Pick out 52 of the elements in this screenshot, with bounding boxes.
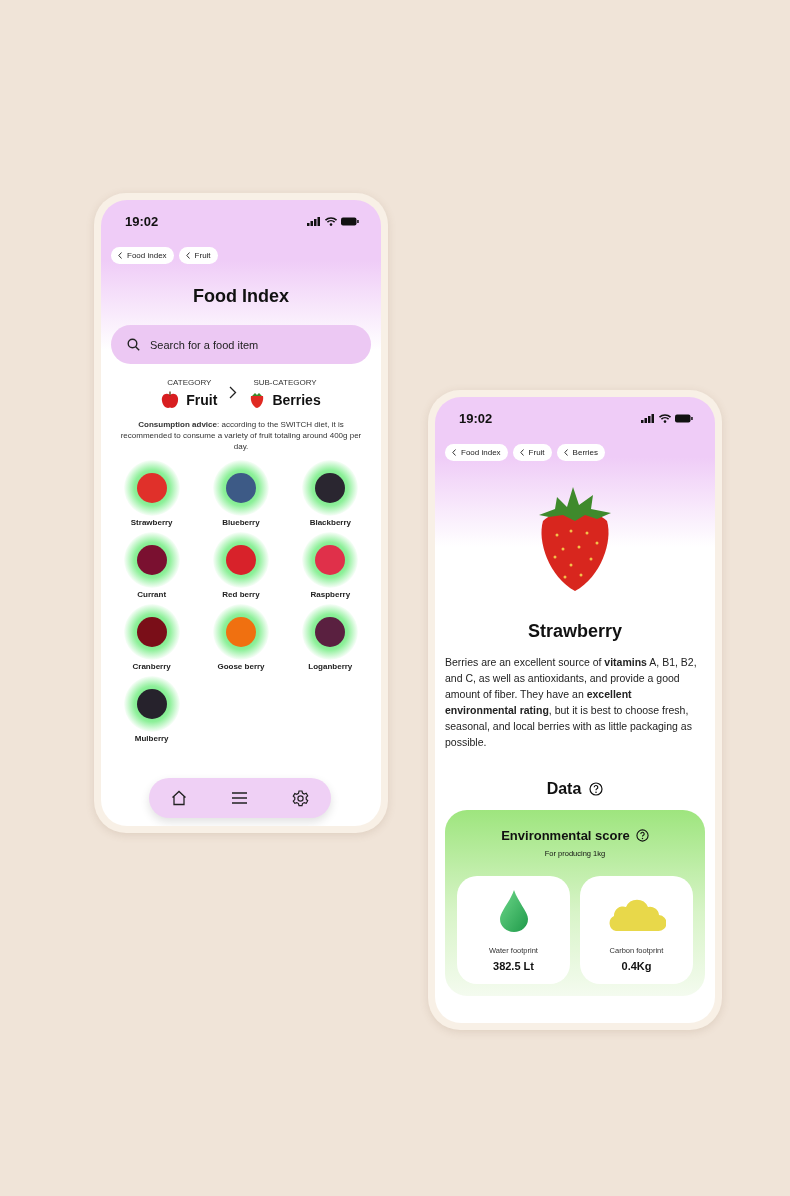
apple-icon	[161, 390, 180, 409]
breadcrumb-button[interactable]: Berries	[556, 444, 605, 461]
water-drop-icon	[499, 890, 528, 932]
food-name[interactable]: Cranberry	[132, 662, 171, 671]
status-time: 19:02	[125, 214, 159, 229]
metric-value: 0.4Kg	[621, 960, 652, 972]
sub-category-value: Berries	[272, 391, 321, 408]
search-input[interactable]: Search for a food item	[148, 337, 352, 352]
category-value: Fruit	[186, 391, 218, 408]
category-label: CATEGORY	[167, 378, 212, 387]
status-time: 19:02	[459, 411, 493, 426]
food-description: Berries are an excellent source of vitamins A, B1, B2, and C, as well as antioxidants, and provide a good amount of fiber. They have an excellent environmental rating, but it is best to choose fresh, seasonal, and local berries with as little packaging as possible.	[445, 655, 698, 750]
food-name[interactable]: Mulberry	[134, 734, 169, 743]
food-name[interactable]: Goose berry	[217, 662, 265, 671]
food-name[interactable]: Currant	[137, 590, 167, 599]
data-heading: Data	[546, 780, 582, 798]
breadcrumb-button[interactable]: Food index	[111, 247, 174, 264]
chevron-left-icon	[118, 252, 122, 259]
home-icon	[171, 790, 188, 806]
metric-value: 382.5 Lt	[493, 960, 534, 972]
food-name[interactable]: Raspberry	[310, 590, 351, 599]
settings-icon	[291, 789, 309, 807]
battery-icon	[675, 414, 693, 423]
help-icon[interactable]	[635, 829, 649, 842]
consumption-advice: Consumption advice: according to the SWITCH diet, it is recommended to consume a variety of fruit totaling around 400g per day.	[119, 419, 363, 452]
wifi-icon	[325, 217, 337, 226]
menu-icon	[232, 792, 247, 804]
chevron-right-icon	[229, 386, 238, 399]
help-icon[interactable]	[589, 782, 604, 796]
chevron-left-icon	[185, 252, 190, 259]
food-title: Strawberry	[526, 621, 623, 642]
search-icon	[127, 338, 140, 351]
breadcrumb-button[interactable]: Fruit	[512, 444, 552, 461]
food-name[interactable]: Loganberry	[308, 662, 353, 671]
battery-icon	[341, 217, 359, 226]
food-name[interactable]: Red berry	[222, 590, 260, 599]
signal-icon	[641, 414, 655, 423]
chevron-left-icon	[519, 449, 524, 456]
wifi-icon	[659, 414, 671, 423]
chevron-left-icon	[563, 449, 568, 456]
breadcrumb-button[interactable]: Fruit	[178, 247, 218, 264]
signal-icon	[307, 217, 321, 226]
food-name[interactable]: Blackberry	[309, 518, 351, 527]
food-name[interactable]: Blueberry	[222, 518, 260, 527]
sub-category-label: SUB-CATEGORY	[253, 378, 317, 387]
strawberry-icon	[249, 390, 266, 409]
chevron-left-icon	[452, 449, 456, 456]
card-title: Environmental score	[501, 828, 630, 843]
search-field[interactable]: Search for a food item	[111, 325, 371, 364]
page-title: Food Index	[192, 286, 290, 307]
breadcrumb-button[interactable]: Food index	[445, 444, 508, 461]
food-name[interactable]: Strawberry	[130, 518, 173, 527]
